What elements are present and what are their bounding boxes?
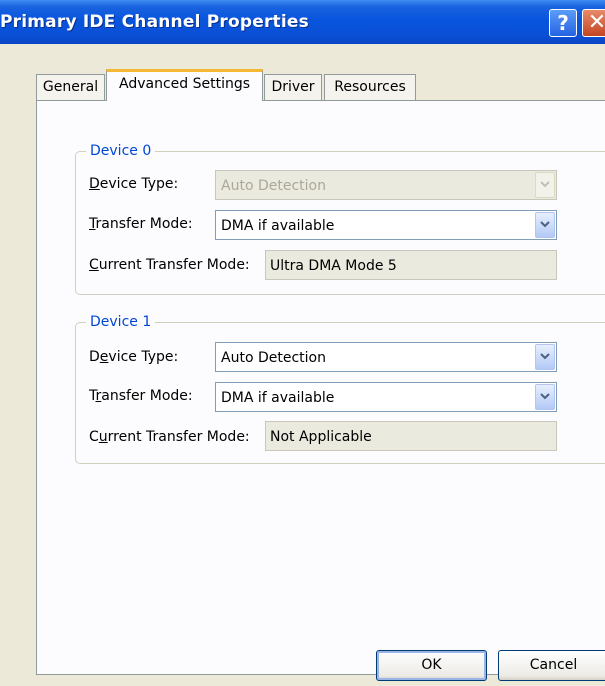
device-0-current-mode-field: Ultra DMA Mode 5 bbox=[265, 250, 557, 280]
device-0-current-mode-label: Current Transfer Mode: bbox=[89, 257, 250, 273]
device-1-legend: Device 1 bbox=[86, 312, 156, 332]
device-0-transfer-mode-select[interactable]: DMA if available bbox=[215, 210, 557, 240]
close-icon: ✕ bbox=[587, 10, 605, 35]
tab-label: Driver bbox=[271, 79, 315, 95]
device-1-transfer-mode-select[interactable]: DMA if available bbox=[215, 382, 557, 412]
device-0-device-type-value: Auto Detection bbox=[221, 178, 326, 194]
help-button[interactable]: ? bbox=[549, 9, 577, 37]
chevron-down-icon bbox=[535, 384, 555, 410]
tab-label: Resources bbox=[334, 79, 406, 95]
close-button[interactable]: ✕ bbox=[582, 9, 605, 37]
device-1-current-mode-field: Not Applicable bbox=[265, 421, 557, 451]
device-0-device-type-label: Device Type: bbox=[89, 176, 179, 192]
device-0-transfer-mode-label: Transfer Mode: bbox=[89, 216, 193, 232]
device-1-current-mode-label: Current Transfer Mode: bbox=[89, 429, 250, 445]
device-0-legend: Device 0 bbox=[86, 141, 156, 161]
device-1-transfer-mode-label: Transfer Mode: bbox=[89, 388, 193, 404]
tab-resources[interactable]: Resources bbox=[324, 74, 416, 100]
tab-advanced-settings[interactable]: Advanced Settings bbox=[106, 69, 263, 101]
chevron-down-icon bbox=[535, 344, 555, 370]
device-1-device-type-select[interactable]: Auto Detection bbox=[215, 342, 557, 372]
help-icon: ? bbox=[557, 11, 569, 35]
window-title: Primary IDE Channel Properties bbox=[0, 12, 309, 32]
tab-driver[interactable]: Driver bbox=[264, 74, 322, 100]
device-1-current-mode-value: Not Applicable bbox=[270, 429, 372, 445]
device-0-current-mode-value: Ultra DMA Mode 5 bbox=[270, 258, 397, 274]
cancel-button[interactable]: Cancel bbox=[498, 650, 605, 681]
chevron-down-icon bbox=[535, 172, 555, 198]
tab-label: General bbox=[42, 79, 99, 95]
device-1-transfer-mode-value: DMA if available bbox=[221, 390, 335, 406]
chevron-down-icon bbox=[535, 212, 555, 238]
device-0-device-type-select[interactable]: Auto Detection bbox=[215, 170, 557, 200]
tab-label: Advanced Settings bbox=[118, 76, 251, 92]
tab-general[interactable]: General bbox=[36, 74, 105, 100]
device-1-device-type-label: Device Type: bbox=[89, 349, 179, 365]
device-0-transfer-mode-value: DMA if available bbox=[221, 218, 335, 234]
ok-button[interactable]: OK bbox=[376, 650, 487, 681]
device-1-device-type-value: Auto Detection bbox=[221, 350, 326, 366]
title-bar[interactable]: Primary IDE Channel Properties ? ✕ bbox=[0, 0, 605, 44]
